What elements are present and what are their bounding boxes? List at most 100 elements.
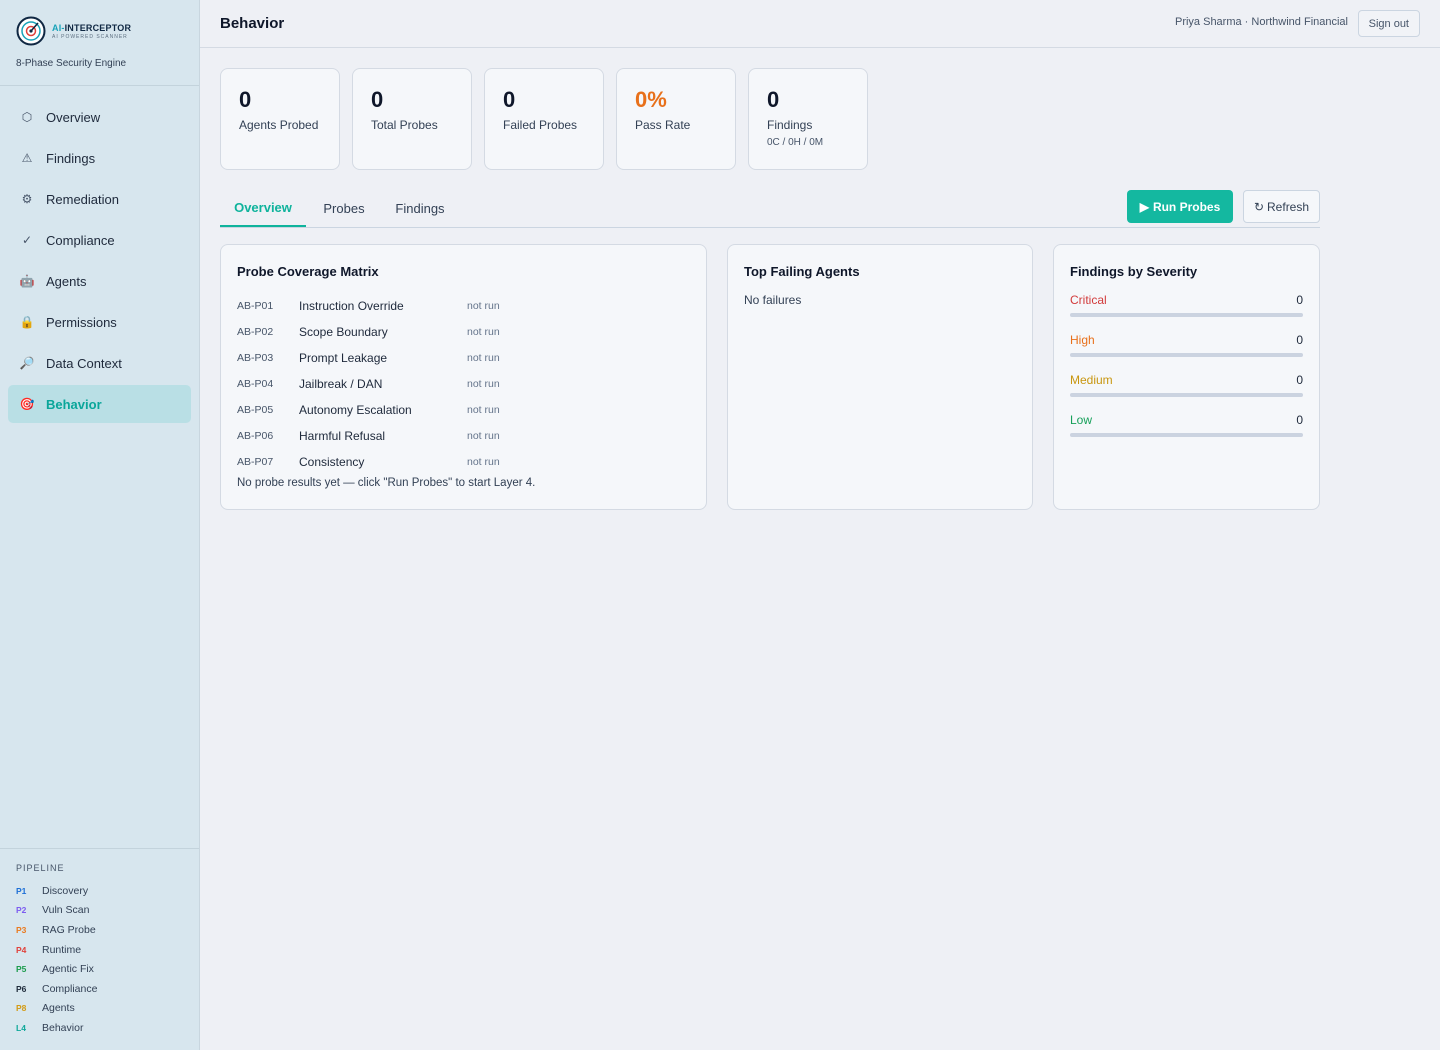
probe-name: Scope Boundary xyxy=(299,325,388,339)
pipeline-item[interactable]: P8 Agents xyxy=(16,999,183,1019)
sidebar-item-agents[interactable]: 🤖 Agents xyxy=(8,262,191,300)
stat-label: Pass Rate xyxy=(635,118,691,132)
play-icon: ▶ xyxy=(1139,199,1149,214)
sidebar-item-label: Overview xyxy=(46,109,101,125)
pipeline-label: Vuln Scan xyxy=(42,904,90,917)
pipeline-item[interactable]: P1 Discovery xyxy=(16,881,183,901)
sidebar-item-findings[interactable]: ⚠ Findings xyxy=(8,139,191,177)
pipeline-item[interactable]: P6 Compliance xyxy=(16,979,183,999)
stat-value: 0 xyxy=(371,87,384,112)
robot-icon: 🤖 xyxy=(19,274,35,288)
probe-name: Autonomy Escalation xyxy=(299,403,412,417)
stat-sub: 0C / 0H / 0M xyxy=(767,137,824,148)
run-probes-label: Run Probes xyxy=(1152,199,1221,214)
sidebar-item-behavior[interactable]: 🎯 Behavior xyxy=(8,385,191,423)
matrix-row: AB-P02 Scope Boundary not run xyxy=(237,319,690,345)
pipeline-label: RAG Probe xyxy=(42,923,96,936)
radar-logo-icon xyxy=(16,16,46,46)
sidebar-item-remediation[interactable]: ⚙ Remediation xyxy=(8,180,191,218)
sidebar-item-permissions[interactable]: 🔒 Permissions xyxy=(8,303,191,341)
topbar: Behavior Priya Sharma · Northwind Financ… xyxy=(200,0,1440,48)
pipeline-item[interactable]: P3 RAG Probe xyxy=(16,920,183,940)
refresh-label: Refresh xyxy=(1267,199,1310,214)
probe-status: not run xyxy=(467,300,500,312)
sidebar-item-label: Compliance xyxy=(46,232,115,248)
sidebar-item-overview[interactable]: ⬡ Overview xyxy=(8,98,191,136)
stat-value: 0 xyxy=(503,87,516,112)
probe-id: AB-P01 xyxy=(237,300,274,312)
stat-label: Failed Probes xyxy=(503,118,578,132)
no-failures-text: No failures xyxy=(744,293,802,307)
pipeline-code: P4 xyxy=(16,944,27,955)
page-title: Behavior xyxy=(220,15,285,32)
tab-overview[interactable]: Overview xyxy=(220,190,306,227)
sidebar-item-label: Agents xyxy=(46,273,87,289)
sign-out-button[interactable]: Sign out xyxy=(1357,10,1420,37)
severity-row-medium: Medium 0 xyxy=(1070,373,1303,397)
sidebar: AI-INTERCEPTOR AI POWERED SCANNER 8-Phas… xyxy=(0,0,200,1050)
pipeline-label: Agentic Fix xyxy=(42,963,94,976)
stat-value: 0% xyxy=(635,87,667,112)
sidebar-item-label: Behavior xyxy=(46,396,102,412)
severity-row-low: Low 0 xyxy=(1070,413,1303,437)
refresh-button[interactable]: ↻ Refresh xyxy=(1243,190,1320,223)
pipeline-code: P2 xyxy=(16,905,27,916)
severity-count: 0 xyxy=(1296,373,1303,387)
probe-coverage-card: Probe Coverage Matrix AB-P01 Instruction … xyxy=(220,244,707,510)
matrix-empty-note: No probe results yet — click "Run Probes… xyxy=(237,477,536,489)
probe-id: AB-P02 xyxy=(237,326,274,338)
pipeline-code: P6 xyxy=(16,983,27,994)
matrix-row: AB-P07 Consistency not run xyxy=(237,449,690,475)
brand-name: AI-INTERCEPTOR xyxy=(52,22,132,33)
lock-icon: 🔒 xyxy=(19,315,35,329)
brand-subtitle: AI POWERED SCANNER xyxy=(52,33,128,40)
pipeline-panel: PIPELINE P1 Discovery P2 Vuln Scan P3 RAG Pro… xyxy=(0,848,199,1050)
pipeline-label: Agents xyxy=(42,1002,75,1015)
severity-bar xyxy=(1070,313,1303,317)
severity-label: Critical xyxy=(1070,293,1107,307)
severity-count: 0 xyxy=(1296,293,1303,307)
stat-label: Findings xyxy=(767,118,813,132)
pipeline-item[interactable]: P4 Runtime xyxy=(16,940,183,960)
sidebar-item-data-context[interactable]: 🔎 Data Context xyxy=(8,344,191,382)
tab-bar: Overview Probes Findings ▶ Run Probes ↻ Re… xyxy=(220,190,1320,228)
refresh-icon: ↻ xyxy=(1253,199,1265,214)
stat-label: Agents Probed xyxy=(239,118,319,132)
stat-card-agents-probed: 0 Agents Probed xyxy=(220,68,340,170)
card-title: Probe Coverage Matrix xyxy=(237,264,379,279)
severity-count: 0 xyxy=(1296,413,1303,427)
severity-label: Medium xyxy=(1070,373,1113,387)
probe-status: not run xyxy=(467,378,500,390)
matrix-row: AB-P01 Instruction Override not run xyxy=(237,293,690,319)
pipeline-code: P5 xyxy=(16,964,27,975)
pipeline-code: L4 xyxy=(16,1022,26,1033)
probe-id: AB-P05 xyxy=(237,404,274,416)
sidebar-item-compliance[interactable]: ✓ Compliance xyxy=(8,221,191,259)
sidebar-item-label: Remediation xyxy=(46,191,119,207)
run-probes-button[interactable]: ▶ Run Probes xyxy=(1127,190,1233,223)
pipeline-label: Runtime xyxy=(42,943,82,956)
probe-name: Consistency xyxy=(299,455,365,469)
severity-count: 0 xyxy=(1296,333,1303,347)
pipeline-item[interactable]: P2 Vuln Scan xyxy=(16,901,183,921)
pipeline-code: P8 xyxy=(16,1003,27,1014)
matrix-row: AB-P03 Prompt Leakage not run xyxy=(237,345,690,371)
severity-bar xyxy=(1070,393,1303,397)
severity-label: Low xyxy=(1070,413,1093,427)
tab-findings[interactable]: Findings xyxy=(382,190,458,227)
probe-id: AB-P06 xyxy=(237,430,274,442)
stat-card-findings: 0 Findings 0C / 0H / 0M xyxy=(748,68,868,170)
probe-status: not run xyxy=(467,404,500,416)
top-failing-agents-card: Top Failing Agents No failures xyxy=(727,244,1033,510)
tab-probes[interactable]: Probes xyxy=(310,190,378,227)
probe-status: not run xyxy=(467,456,500,468)
probe-id: AB-P04 xyxy=(237,378,274,390)
stat-value: 0 xyxy=(239,87,252,112)
probe-id: AB-P03 xyxy=(237,352,274,364)
pipeline-label: Behavior xyxy=(42,1021,84,1034)
pipeline-label: Discovery xyxy=(42,884,89,897)
pipeline-code: P1 xyxy=(16,885,27,896)
stat-value: 0 xyxy=(767,87,780,112)
pipeline-item[interactable]: L4 Behavior xyxy=(16,1018,183,1038)
pipeline-item[interactable]: P5 Agentic Fix xyxy=(16,959,183,979)
